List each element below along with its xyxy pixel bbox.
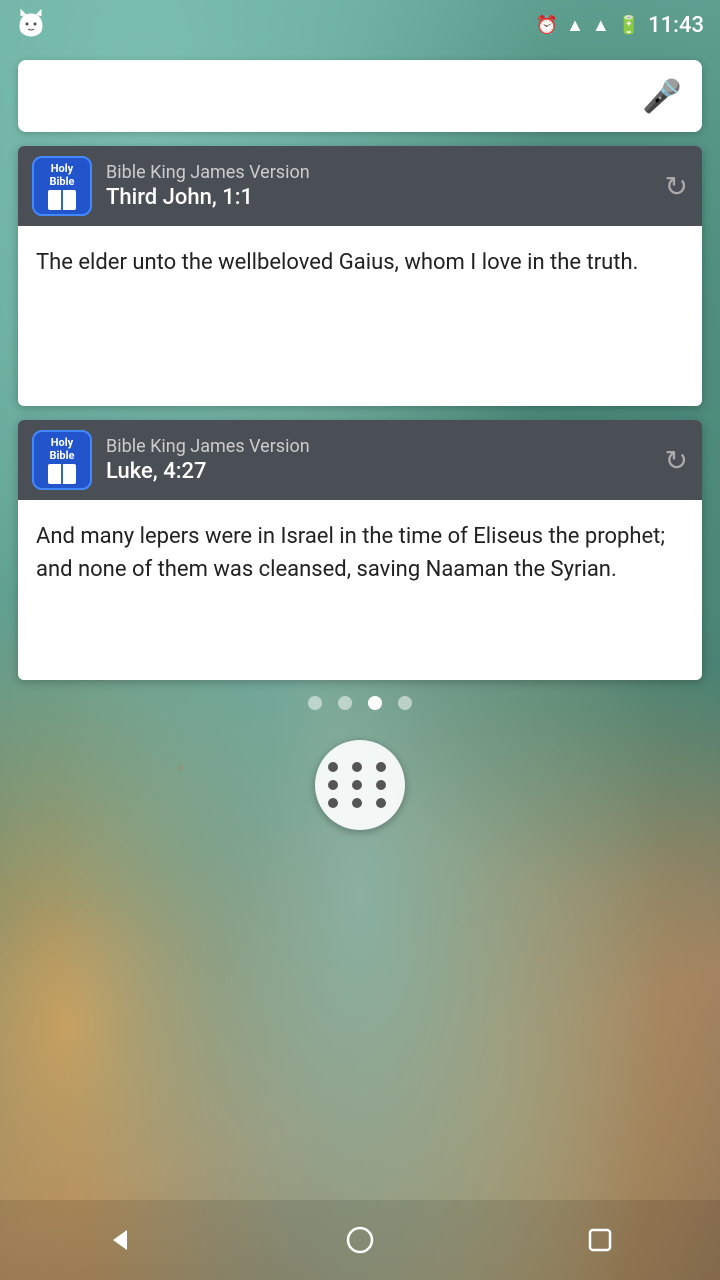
app-drawer-grid-icon — [328, 762, 392, 808]
card1-verse-text: The elder unto the wellbeloved Gaius, wh… — [36, 246, 684, 279]
wifi-icon: ▲ — [566, 15, 584, 36]
card1-body: The elder unto the wellbeloved Gaius, wh… — [18, 226, 702, 406]
nav-bar — [0, 1200, 720, 1280]
card2-header: Holy Bible Bible King James Version Luke… — [18, 420, 702, 500]
back-button[interactable] — [90, 1210, 150, 1270]
card1-verse-ref: Third John, 1:1 — [106, 185, 651, 210]
card2-verse-text: And many lepers were in Israel in the ti… — [36, 520, 684, 586]
back-icon — [105, 1225, 135, 1255]
card2-title-group: Bible King James Version Luke, 4:27 — [106, 436, 651, 484]
page-dot-2 — [338, 696, 352, 710]
card2-app-name: Bible King James Version — [106, 436, 651, 457]
app-drawer-button[interactable] — [315, 740, 405, 830]
bible-book-graphic-2 — [48, 464, 76, 484]
page-dot-4 — [398, 696, 412, 710]
card2-body: And many lepers were in Israel in the ti… — [18, 500, 702, 680]
recents-icon — [585, 1225, 615, 1255]
card1-refresh-icon[interactable]: ↻ — [665, 170, 688, 203]
bible-app-icon-2: Holy Bible — [32, 430, 92, 490]
battery-icon: 🔋 — [618, 15, 640, 36]
card1-app-name: Bible King James Version — [106, 162, 651, 183]
home-button[interactable] — [330, 1210, 390, 1270]
bible-card-1: Holy Bible Bible King James Version Thir… — [18, 146, 702, 406]
card2-refresh-icon[interactable]: ↻ — [665, 444, 688, 477]
notification-icons — [16, 8, 46, 42]
clock-icon: ⏰ — [536, 15, 558, 36]
card1-title-group: Bible King James Version Third John, 1:1 — [106, 162, 651, 210]
status-bar: ⏰ ▲ ▲ 🔋 11:43 — [0, 0, 720, 50]
bible-card-2: Holy Bible Bible King James Version Luke… — [18, 420, 702, 680]
bible-book-graphic-1 — [48, 190, 76, 210]
page-dot-3 — [368, 696, 382, 710]
page-indicators — [0, 696, 720, 710]
search-bar[interactable]: 🎤 — [18, 60, 702, 132]
mic-icon[interactable]: 🎤 — [642, 77, 682, 115]
card2-verse-ref: Luke, 4:27 — [106, 459, 651, 484]
recents-button[interactable] — [570, 1210, 630, 1270]
card1-header: Holy Bible Bible King James Version Thir… — [18, 146, 702, 226]
signal-icon: ▲ — [592, 15, 610, 36]
home-icon — [345, 1225, 375, 1255]
cat-icon — [16, 8, 46, 38]
bible-app-icon-1: Holy Bible — [32, 156, 92, 216]
page-dot-1 — [308, 696, 322, 710]
time-display: 11:43 — [648, 13, 704, 38]
status-icons: ⏰ ▲ ▲ 🔋 11:43 — [536, 13, 704, 38]
